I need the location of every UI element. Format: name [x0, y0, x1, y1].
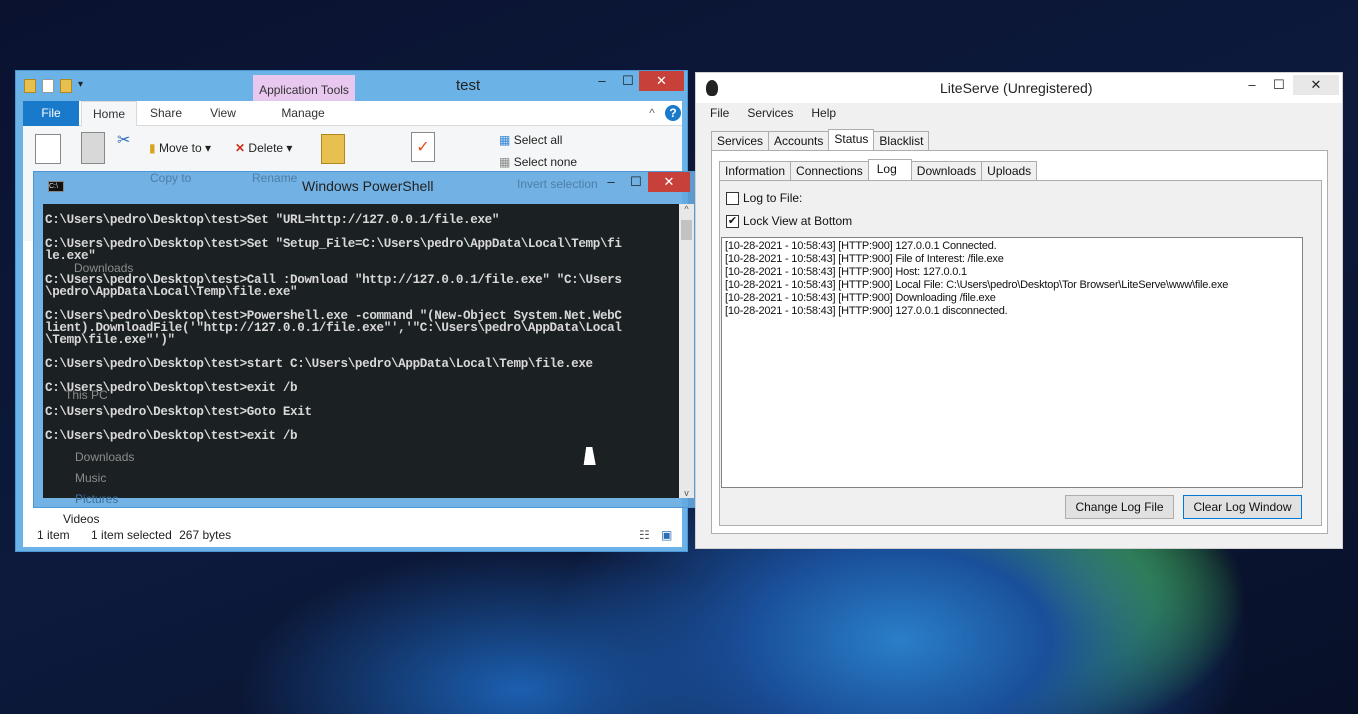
copy-icon[interactable]: [35, 134, 61, 164]
details-view-icon[interactable]: ☷: [639, 523, 650, 547]
selection-size: 267 bytes: [179, 528, 232, 542]
tab-manage[interactable]: Manage: [258, 101, 348, 126]
window-title: test: [456, 77, 481, 94]
customize-dropdown-icon[interactable]: ▾: [78, 79, 83, 93]
tab-file[interactable]: File: [23, 101, 79, 126]
liteserve-title-bar[interactable]: LiteServe (Unregistered) – ☐ ✕: [696, 73, 1342, 103]
properties-icon[interactable]: ✓: [411, 132, 435, 162]
menu-help[interactable]: Help: [811, 103, 836, 123]
tab-share[interactable]: Share: [141, 101, 191, 126]
tab-home[interactable]: Home: [81, 101, 137, 126]
console-line: C:\Users\pedro\Desktop\test>Goto Exit: [45, 405, 312, 419]
maximize-button[interactable]: ☐: [622, 172, 650, 192]
maximize-button[interactable]: ☐: [614, 71, 642, 91]
console-line: C:\Users\pedro\Desktop\test>start C:\Use…: [45, 357, 593, 371]
log-entry: [10-28-2021 - 10:58:43] [HTTP:900] File …: [725, 253, 1004, 265]
lock-view-label: Lock View at Bottom: [743, 214, 853, 228]
console-line: C:\Users\pedro\Desktop\test>Set "Setup_F…: [45, 237, 622, 263]
move-to-button[interactable]: ▮ Move to ▾: [149, 141, 211, 155]
status-subtabs: Information Connections Log Downloads Up…: [719, 159, 1038, 181]
ribbon-tabs: File Home Share View Manage ^ ?: [23, 101, 682, 126]
subtab-log[interactable]: Log: [867, 159, 912, 181]
tab-view[interactable]: View: [198, 101, 248, 126]
log-entry: [10-28-2021 - 10:58:43] [HTTP:900] Local…: [725, 279, 1229, 291]
log-view[interactable]: [10-28-2021 - 10:58:43] [HTTP:900] 127.0…: [721, 237, 1303, 488]
close-button[interactable]: ✕: [648, 172, 690, 192]
powershell-title-bar[interactable]: C:\ Windows PowerShell – ☐ ✕: [34, 172, 702, 200]
console-line: C:\Users\pedro\Desktop\test>Set "URL=htt…: [45, 213, 500, 227]
main-tabs: Services Accounts Status Blacklist: [711, 129, 930, 151]
log-panel: Log to File: ✔ Lock View at Bottom [10-28…: [719, 180, 1322, 526]
liteserve-window: LiteServe (Unregistered) – ☐ ✕ File Serv…: [695, 72, 1343, 549]
menu-bar: File Services Help: [696, 103, 1342, 123]
maximize-button[interactable]: ☐: [1265, 75, 1293, 95]
vertical-scrollbar[interactable]: ^ v: [679, 204, 694, 498]
lock-view-checkbox[interactable]: ✔ Lock View at Bottom: [726, 214, 852, 228]
change-log-file-button[interactable]: Change Log File: [1065, 495, 1174, 519]
cut-icon[interactable]: ✂: [117, 130, 130, 150]
tab-blacklist[interactable]: Blacklist: [873, 131, 930, 151]
item-count: 1 item: [37, 528, 70, 542]
status-bar: 1 item 1 item selected 267 bytes ☷ ▣: [23, 523, 682, 547]
mouse-cursor-icon: [583, 447, 599, 465]
new-folder-icon[interactable]: [321, 134, 345, 164]
checkmark-icon[interactable]: ✔: [726, 214, 739, 228]
checkbox-unchecked[interactable]: [726, 191, 739, 205]
subtab-downloads[interactable]: Downloads: [910, 161, 983, 181]
log-entry: [10-28-2021 - 10:58:43] [HTTP:900] 127.0…: [725, 305, 1008, 317]
new-folder-icon[interactable]: [60, 79, 72, 93]
help-icon[interactable]: ?: [665, 105, 681, 121]
scroll-down-icon[interactable]: v: [679, 488, 694, 498]
selection-status: 1 item selected: [91, 528, 172, 542]
select-all-button[interactable]: ▦ Select all: [499, 133, 562, 147]
delete-button[interactable]: ✕ Delete ▾: [235, 141, 292, 155]
log-to-file-checkbox[interactable]: Log to File:: [726, 191, 802, 205]
scrollbar-thumb[interactable]: [681, 220, 692, 240]
console-output[interactable]: C:\Users\pedro\Desktop\test>Set "URL=htt…: [43, 204, 679, 498]
quick-access-toolbar: ▾: [24, 79, 83, 93]
log-entry: [10-28-2021 - 10:58:43] [HTTP:900] 127.0…: [725, 240, 997, 252]
folder-icon[interactable]: [24, 79, 36, 93]
console-line: C:\Users\pedro\Desktop\test>exit /b: [45, 429, 298, 443]
subtab-connections[interactable]: Connections: [790, 161, 869, 181]
menu-services[interactable]: Services: [747, 103, 793, 123]
select-none-button[interactable]: ▦ Select none: [499, 155, 577, 169]
log-entry: [10-28-2021 - 10:58:43] [HTTP:900] Host:…: [725, 266, 967, 278]
minimize-button[interactable]: –: [1238, 75, 1266, 95]
scroll-up-icon[interactable]: ^: [679, 204, 694, 214]
tab-accounts[interactable]: Accounts: [768, 131, 830, 151]
powershell-icon: C:\: [48, 181, 64, 192]
window-title: Windows PowerShell: [302, 178, 434, 194]
tab-services[interactable]: Services: [711, 131, 770, 151]
paste-icon[interactable]: [81, 132, 105, 164]
clear-log-window-button[interactable]: Clear Log Window: [1183, 495, 1302, 519]
subtab-uploads[interactable]: Uploads: [981, 161, 1038, 181]
collapse-ribbon-icon[interactable]: ^: [645, 101, 659, 126]
console-line: C:\Users\pedro\Desktop\test>Call :Downlo…: [45, 273, 622, 299]
console-line: C:\Users\pedro\Desktop\test>Powershell.e…: [45, 309, 622, 347]
minimize-button[interactable]: –: [597, 172, 625, 192]
status-tab-panel: Information Connections Log Downloads Up…: [711, 150, 1328, 534]
liteserve-app-icon: [706, 80, 718, 96]
close-button[interactable]: ✕: [639, 71, 684, 91]
log-to-file-label: Log to File:: [743, 191, 803, 205]
minimize-button[interactable]: –: [588, 71, 616, 91]
properties-icon[interactable]: [42, 79, 54, 93]
log-entry: [10-28-2021 - 10:58:43] [HTTP:900] Downl…: [725, 292, 996, 304]
close-button[interactable]: ✕: [1293, 75, 1339, 95]
subtab-information[interactable]: Information: [719, 161, 792, 181]
console-line: C:\Users\pedro\Desktop\test>exit /b: [45, 381, 298, 395]
tab-status[interactable]: Status: [828, 129, 875, 151]
window-title: LiteServe (Unregistered): [940, 80, 1093, 96]
powershell-window: C:\ Windows PowerShell – ☐ ✕ C:\Users\pe…: [33, 171, 703, 508]
explorer-title-bar[interactable]: ▾ Application Tools test – ☐ ✕: [16, 71, 687, 125]
menu-file[interactable]: File: [710, 103, 729, 123]
large-icons-view-icon[interactable]: ▣: [661, 523, 672, 547]
